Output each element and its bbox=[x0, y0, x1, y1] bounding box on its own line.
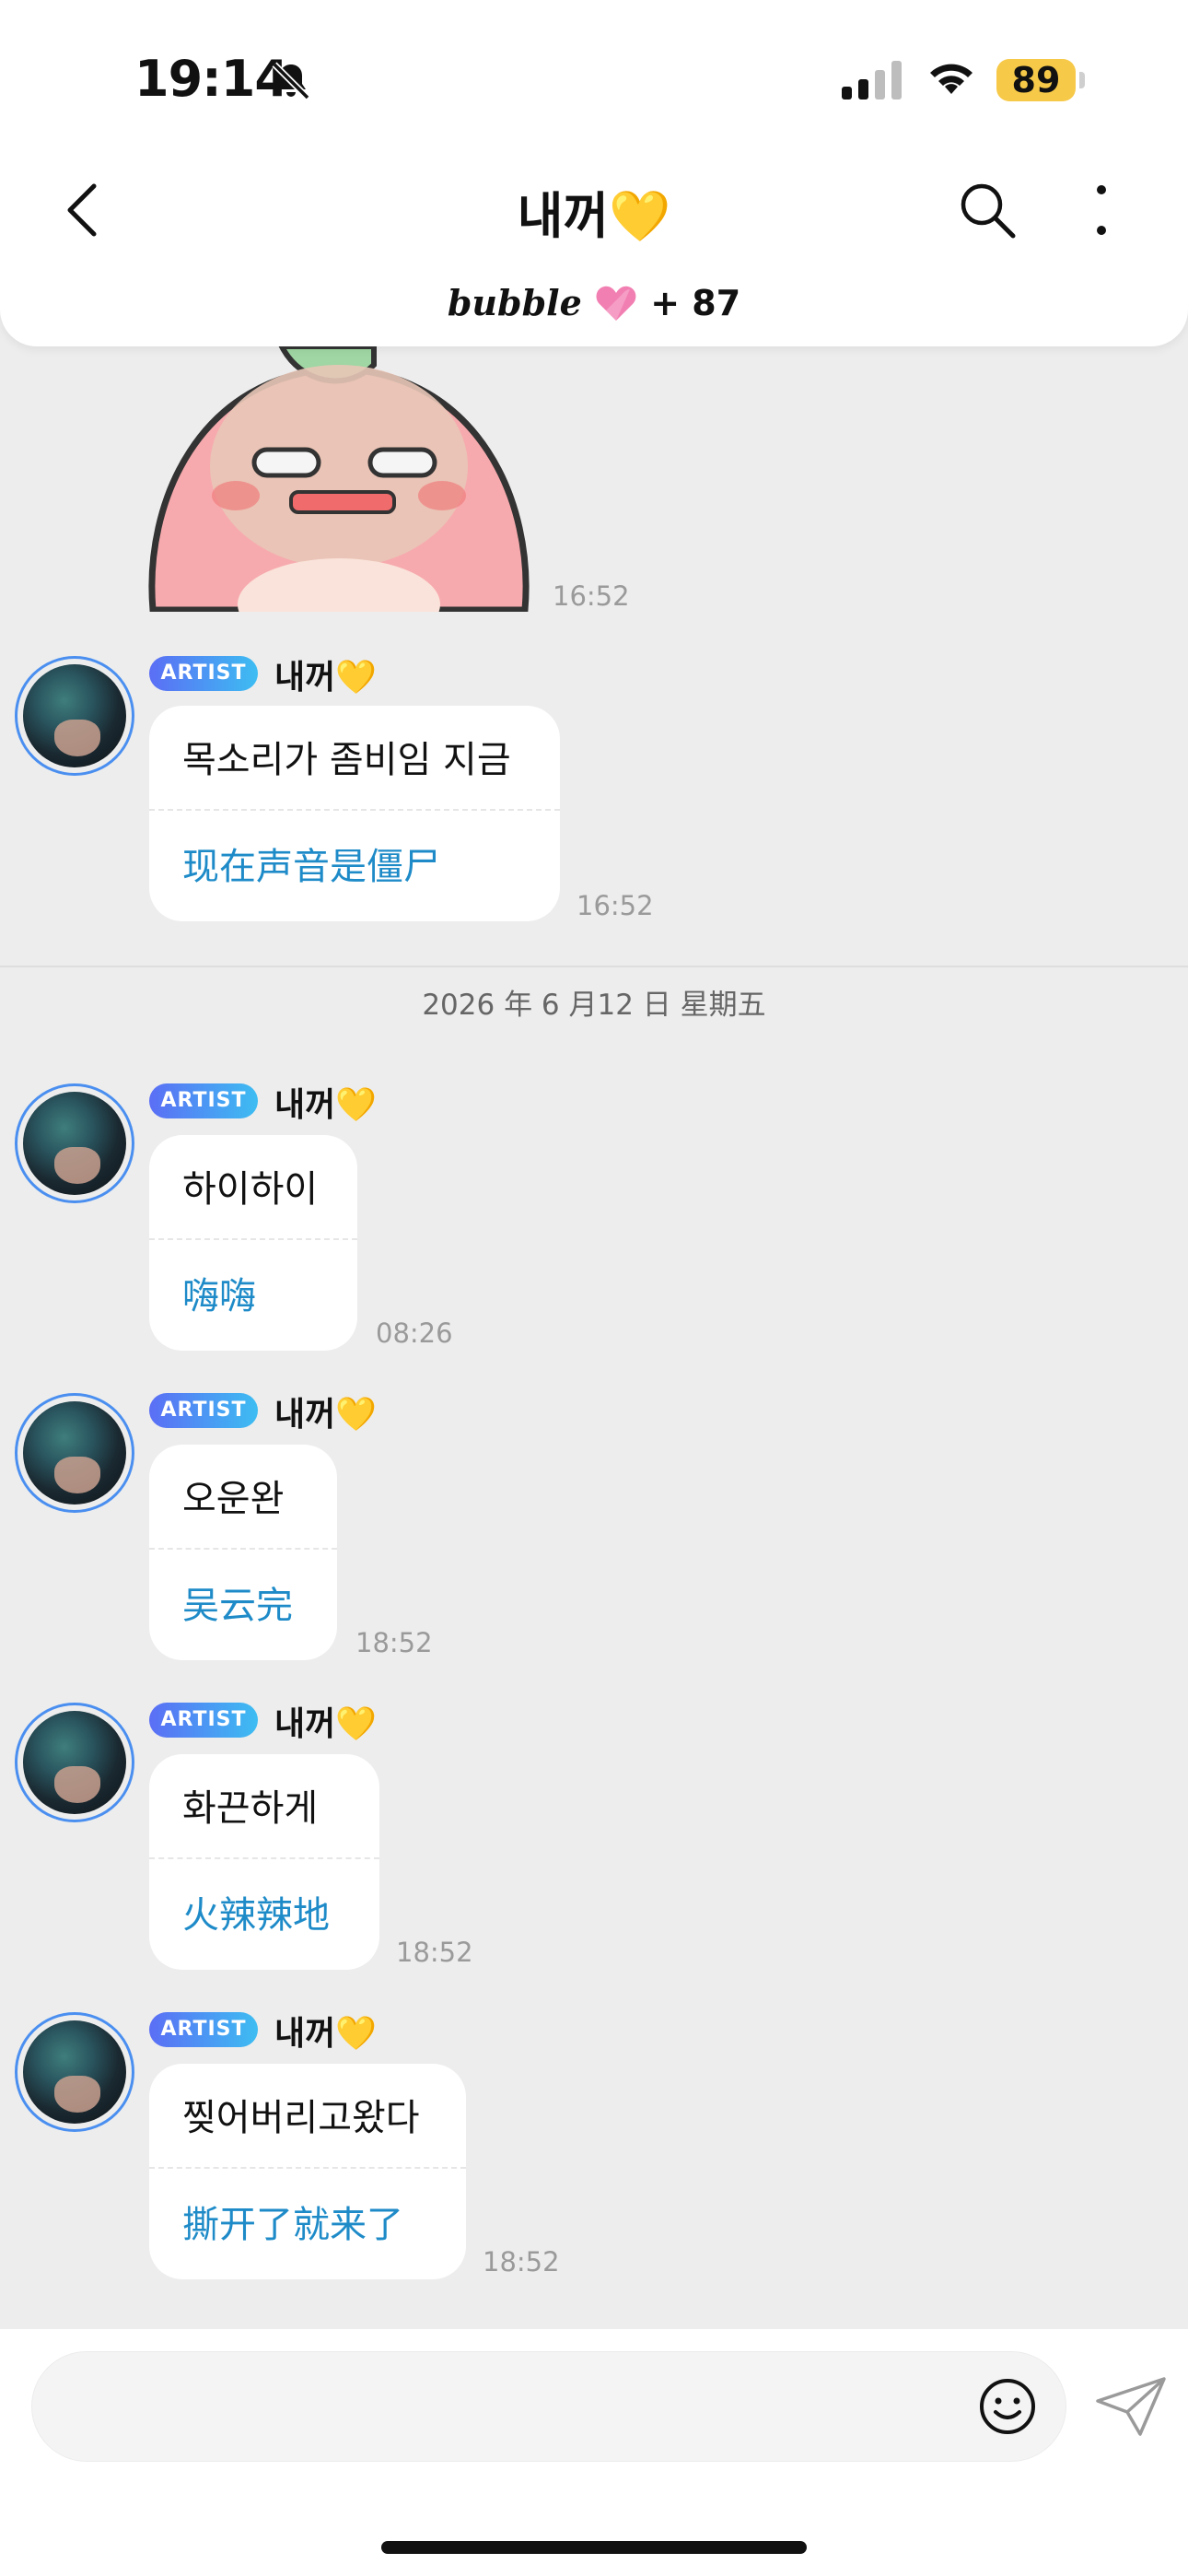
emoji-icon[interactable] bbox=[978, 2377, 1037, 2436]
message-timestamp: 18:52 bbox=[355, 1627, 433, 1658]
translation-divider bbox=[149, 2167, 466, 2169]
heart-icon bbox=[596, 286, 636, 321]
avatar[interactable] bbox=[15, 1393, 134, 1513]
message-bubble[interactable]: 화끈하게 火辣辣地 bbox=[149, 1754, 379, 1970]
date-separator: 2026 年 6 月12 日 星期五 bbox=[0, 966, 1188, 1043]
translation-divider bbox=[149, 1548, 337, 1550]
translation-divider bbox=[149, 1238, 357, 1240]
message-timestamp: 16:52 bbox=[577, 890, 654, 921]
search-icon[interactable] bbox=[958, 181, 1017, 240]
message-timestamp: 16:52 bbox=[553, 580, 630, 612]
message-bubble[interactable]: 목소리가 좀비임 지금 现在声音是僵尸 bbox=[149, 706, 560, 921]
sender-name: 내꺼💛 bbox=[274, 1086, 378, 1124]
message-text: 찢어버리고왔다 bbox=[182, 2097, 420, 2139]
message-text: 오운완 bbox=[182, 1478, 285, 1520]
subscription-count: + 87 bbox=[650, 283, 741, 323]
translation-divider bbox=[149, 1857, 379, 1859]
chat-header: 19:14 89 내꺼💛 bubble + 87 bbox=[0, 0, 1188, 346]
message-timestamp: 08:26 bbox=[376, 1317, 453, 1349]
bubble-brand: bubble bbox=[447, 282, 582, 323]
artist-badge: ARTIST bbox=[149, 2012, 258, 2047]
cellular-signal-icon bbox=[842, 61, 902, 100]
sender-name: 내꺼💛 bbox=[274, 659, 378, 697]
avatar[interactable] bbox=[15, 1703, 134, 1822]
avatar[interactable] bbox=[15, 656, 134, 776]
artist-badge: ARTIST bbox=[149, 656, 258, 691]
message-translation: 吴云完 bbox=[182, 1585, 293, 1627]
message-translation: 嗨嗨 bbox=[182, 1275, 256, 1317]
artist-badge: ARTIST bbox=[149, 1703, 258, 1738]
wifi-icon bbox=[930, 64, 973, 94]
peach-sticker bbox=[144, 346, 534, 612]
sender-name: 내꺼💛 bbox=[274, 1705, 378, 1743]
message-bubble[interactable]: 오운완 吴云完 bbox=[149, 1445, 337, 1660]
sender-name: 내꺼💛 bbox=[274, 1396, 378, 1434]
battery-icon: 89 bbox=[996, 59, 1076, 101]
more-vertical-icon[interactable] bbox=[1083, 182, 1120, 238]
sender-name: 내꺼💛 bbox=[274, 2015, 378, 2053]
artist-badge: ARTIST bbox=[149, 1393, 258, 1428]
artist-badge: ARTIST bbox=[149, 1083, 258, 1118]
message-bubble[interactable]: 하이하이 嗨嗨 bbox=[149, 1135, 357, 1351]
translation-divider bbox=[149, 809, 560, 811]
message-translation: 火辣辣地 bbox=[182, 1894, 330, 1937]
send-icon[interactable] bbox=[1094, 2375, 1168, 2438]
status-time: 19:14 bbox=[134, 50, 289, 108]
message-text: 하이하이 bbox=[182, 1168, 319, 1211]
bell-slash-icon bbox=[272, 62, 310, 100]
avatar[interactable] bbox=[15, 2012, 134, 2132]
avatar[interactable] bbox=[15, 1083, 134, 1203]
message-translation: 撕开了就来了 bbox=[182, 2204, 403, 2246]
message-timestamp: 18:52 bbox=[483, 2246, 560, 2277]
message-bubble[interactable]: 찢어버리고왔다 撕开了就来了 bbox=[149, 2064, 466, 2279]
message-translation: 现在声音是僵尸 bbox=[182, 846, 440, 888]
home-indicator[interactable] bbox=[381, 2541, 807, 2554]
message-input[interactable] bbox=[31, 2351, 1066, 2462]
message-timestamp: 18:52 bbox=[396, 1937, 473, 1968]
battery-tip bbox=[1079, 72, 1085, 88]
message-text: 화끈하게 bbox=[182, 1787, 319, 1830]
bubble-subscription-info[interactable]: bubble + 87 bbox=[0, 282, 1188, 323]
message-text: 목소리가 좀비임 지금 bbox=[182, 739, 511, 781]
